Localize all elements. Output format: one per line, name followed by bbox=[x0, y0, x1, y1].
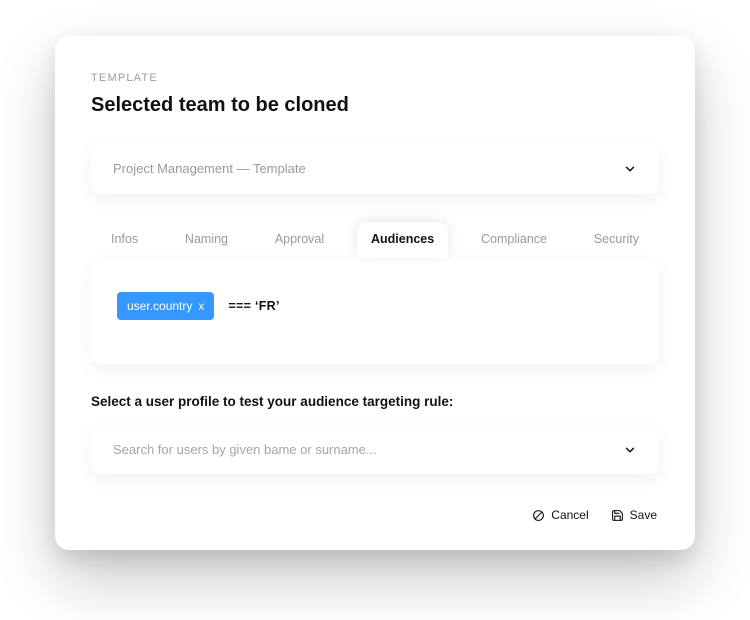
chevron-down-icon bbox=[623, 162, 637, 176]
save-button[interactable]: Save bbox=[609, 504, 659, 526]
tab-audiences[interactable]: Audiences bbox=[357, 222, 448, 258]
team-select-value: Project Management — Template bbox=[113, 161, 306, 176]
targeting-rule: user.country x === ‘FR’ bbox=[117, 292, 633, 320]
cancel-label: Cancel bbox=[551, 508, 588, 522]
test-heading: Select a user profile to test your audie… bbox=[91, 394, 659, 409]
user-search-input[interactable] bbox=[113, 442, 623, 457]
cancel-button[interactable]: Cancel bbox=[530, 504, 590, 526]
save-icon bbox=[611, 509, 624, 522]
tab-compliance[interactable]: Compliance bbox=[467, 222, 561, 258]
rule-expression: === ‘FR’ bbox=[228, 299, 279, 313]
rule-chip-label: user.country bbox=[127, 299, 192, 313]
tab-infos[interactable]: Infos bbox=[97, 222, 152, 258]
tabs: Infos Naming Approval Audiences Complian… bbox=[91, 212, 659, 258]
template-dialog: TEMPLATE Selected team to be cloned Proj… bbox=[55, 36, 695, 550]
save-label: Save bbox=[630, 508, 657, 522]
cancel-icon bbox=[532, 509, 545, 522]
team-select[interactable]: Project Management — Template bbox=[91, 143, 659, 194]
tab-security[interactable]: Security bbox=[580, 222, 653, 258]
tab-approval[interactable]: Approval bbox=[261, 222, 338, 258]
audiences-panel: user.country x === ‘FR’ bbox=[91, 258, 659, 364]
eyebrow-label: TEMPLATE bbox=[91, 72, 659, 84]
chevron-down-icon bbox=[623, 443, 637, 457]
page-title: Selected team to be cloned bbox=[91, 94, 659, 117]
tab-naming[interactable]: Naming bbox=[171, 222, 242, 258]
dialog-footer: Cancel Save bbox=[91, 504, 659, 526]
remove-chip-icon[interactable]: x bbox=[198, 299, 204, 313]
user-search[interactable] bbox=[91, 425, 659, 474]
rule-chip[interactable]: user.country x bbox=[117, 292, 214, 320]
